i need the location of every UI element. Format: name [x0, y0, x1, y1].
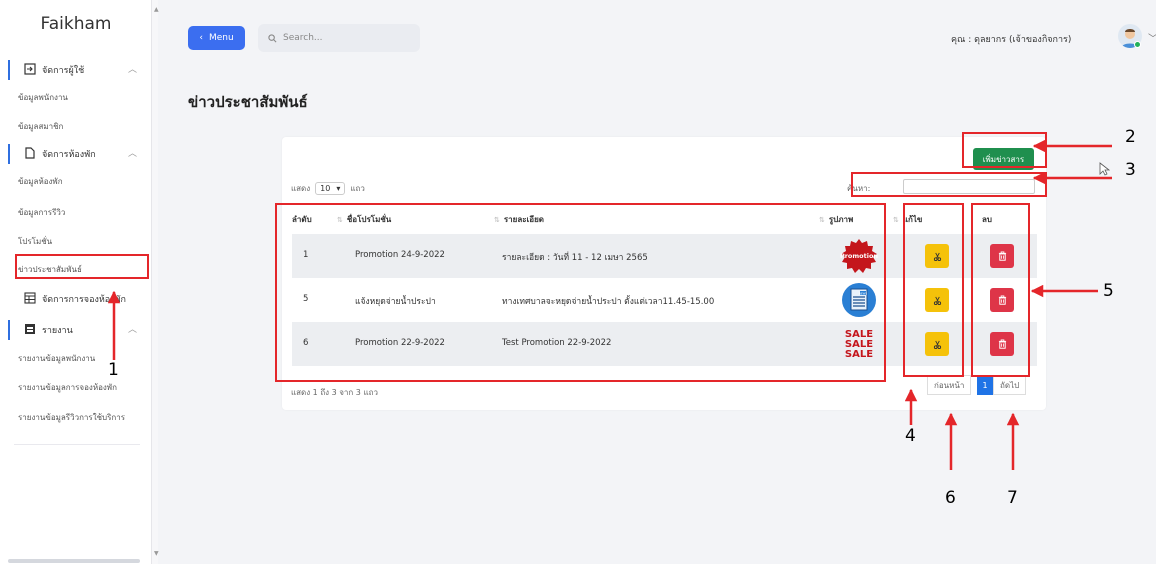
annotation-label-6: 6 [945, 488, 956, 508]
annotation-label-1: 1 [108, 360, 119, 380]
annotation-label-3: 3 [1125, 160, 1136, 180]
mouse-cursor-icon [1099, 162, 1110, 176]
annotation-label-5: 5 [1103, 281, 1114, 301]
annotation-arrows [107, 139, 1112, 470]
annotation-label-7: 7 [1007, 488, 1018, 508]
annotation-label-2: 2 [1125, 127, 1136, 147]
annotation-label-4: 4 [905, 426, 916, 446]
